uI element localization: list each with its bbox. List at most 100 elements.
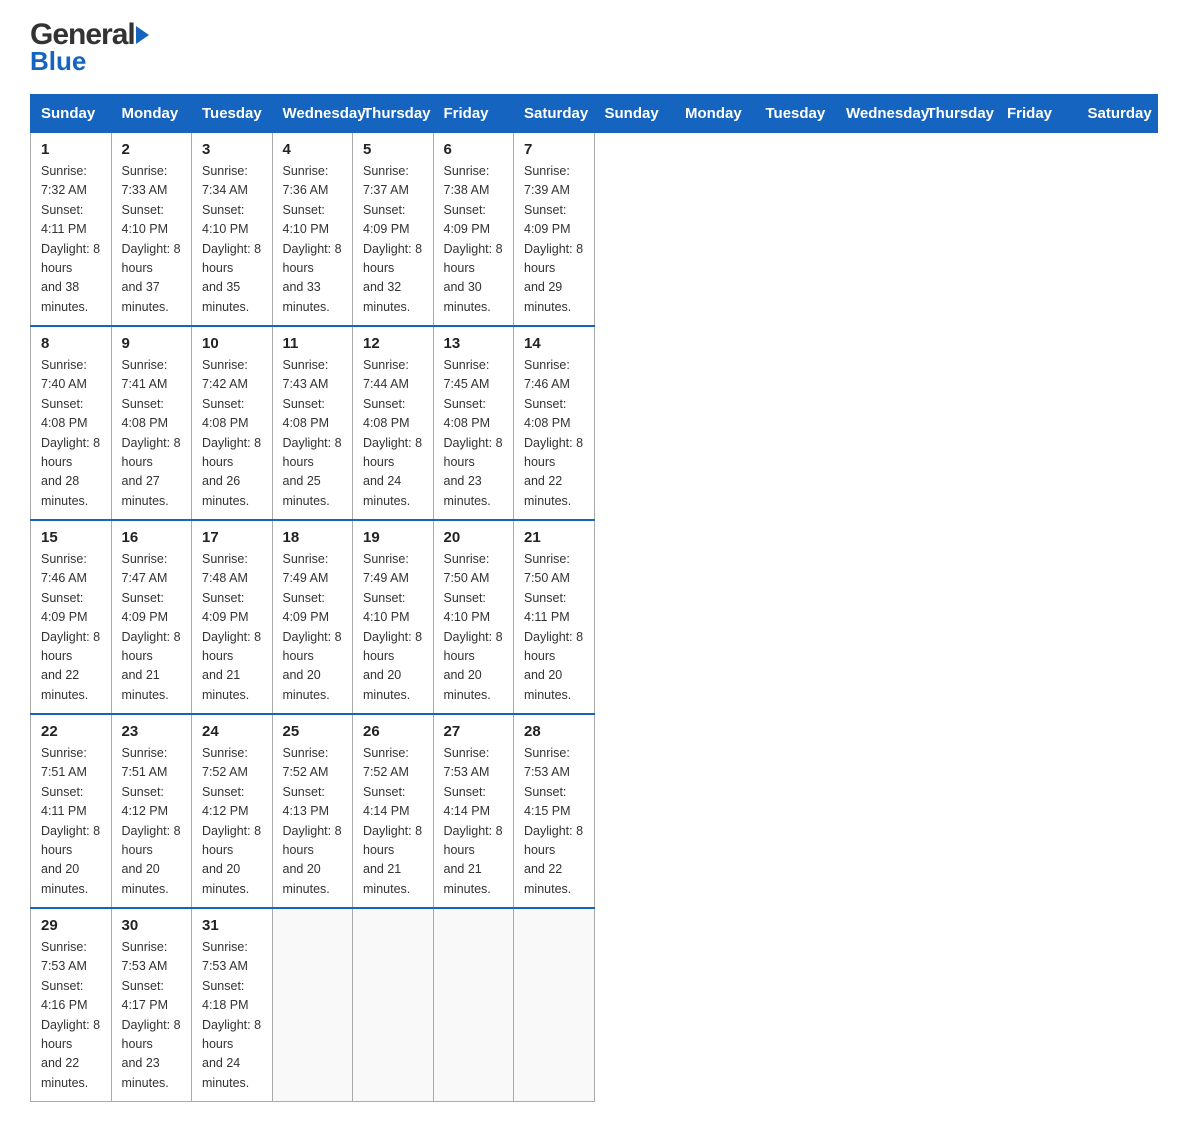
day-info: Sunrise: 7:49 AM Sunset: 4:10 PM Dayligh…: [363, 550, 423, 705]
day-info: Sunrise: 7:48 AM Sunset: 4:09 PM Dayligh…: [202, 550, 262, 705]
day-info: Sunrise: 7:46 AM Sunset: 4:09 PM Dayligh…: [41, 550, 101, 705]
calendar-day-cell: 21 Sunrise: 7:50 AM Sunset: 4:11 PM Dayl…: [514, 520, 595, 714]
calendar-day-cell: 14 Sunrise: 7:46 AM Sunset: 4:08 PM Dayl…: [514, 326, 595, 520]
calendar-day-cell: 19 Sunrise: 7:49 AM Sunset: 4:10 PM Dayl…: [353, 520, 434, 714]
day-number: 6: [444, 141, 504, 158]
calendar-day-cell: 4 Sunrise: 7:36 AM Sunset: 4:10 PM Dayli…: [272, 133, 353, 327]
calendar-day-cell: 2 Sunrise: 7:33 AM Sunset: 4:10 PM Dayli…: [111, 133, 192, 327]
day-number: 14: [524, 335, 584, 352]
day-number: 21: [524, 529, 584, 546]
day-info: Sunrise: 7:45 AM Sunset: 4:08 PM Dayligh…: [444, 356, 504, 511]
day-info: Sunrise: 7:52 AM Sunset: 4:12 PM Dayligh…: [202, 744, 262, 899]
day-number: 30: [122, 917, 182, 934]
day-info: Sunrise: 7:50 AM Sunset: 4:11 PM Dayligh…: [524, 550, 584, 705]
day-of-week-header: Tuesday: [755, 95, 836, 133]
day-info: Sunrise: 7:52 AM Sunset: 4:14 PM Dayligh…: [363, 744, 423, 899]
day-info: Sunrise: 7:38 AM Sunset: 4:09 PM Dayligh…: [444, 162, 504, 317]
calendar-day-cell: [272, 908, 353, 1102]
calendar-day-cell: 16 Sunrise: 7:47 AM Sunset: 4:09 PM Dayl…: [111, 520, 192, 714]
day-number: 11: [283, 335, 343, 352]
page-header: General Blue: [30, 20, 1158, 74]
calendar-day-cell: 9 Sunrise: 7:41 AM Sunset: 4:08 PM Dayli…: [111, 326, 192, 520]
day-of-week-header: Saturday: [514, 95, 595, 133]
day-number: 31: [202, 917, 262, 934]
day-of-week-header: Thursday: [353, 95, 434, 133]
calendar-day-cell: 7 Sunrise: 7:39 AM Sunset: 4:09 PM Dayli…: [514, 133, 595, 327]
calendar-day-cell: 1 Sunrise: 7:32 AM Sunset: 4:11 PM Dayli…: [31, 133, 112, 327]
calendar-day-cell: 3 Sunrise: 7:34 AM Sunset: 4:10 PM Dayli…: [192, 133, 273, 327]
calendar-week-row: 1 Sunrise: 7:32 AM Sunset: 4:11 PM Dayli…: [31, 133, 1158, 327]
day-info: Sunrise: 7:41 AM Sunset: 4:08 PM Dayligh…: [122, 356, 182, 511]
day-of-week-header: Monday: [675, 95, 756, 133]
day-info: Sunrise: 7:51 AM Sunset: 4:12 PM Dayligh…: [122, 744, 182, 899]
calendar-week-row: 15 Sunrise: 7:46 AM Sunset: 4:09 PM Dayl…: [31, 520, 1158, 714]
day-number: 5: [363, 141, 423, 158]
day-number: 3: [202, 141, 262, 158]
day-number: 8: [41, 335, 101, 352]
calendar-day-cell: 27 Sunrise: 7:53 AM Sunset: 4:14 PM Dayl…: [433, 714, 514, 908]
day-of-week-header: Sunday: [31, 95, 112, 133]
day-of-week-header: Thursday: [916, 95, 997, 133]
day-number: 15: [41, 529, 101, 546]
calendar-table: SundayMondayTuesdayWednesdayThursdayFrid…: [30, 94, 1158, 1102]
day-info: Sunrise: 7:53 AM Sunset: 4:15 PM Dayligh…: [524, 744, 584, 899]
day-info: Sunrise: 7:51 AM Sunset: 4:11 PM Dayligh…: [41, 744, 101, 899]
day-number: 1: [41, 141, 101, 158]
calendar-week-row: 29 Sunrise: 7:53 AM Sunset: 4:16 PM Dayl…: [31, 908, 1158, 1102]
calendar-day-cell: 12 Sunrise: 7:44 AM Sunset: 4:08 PM Dayl…: [353, 326, 434, 520]
day-number: 22: [41, 723, 101, 740]
day-info: Sunrise: 7:34 AM Sunset: 4:10 PM Dayligh…: [202, 162, 262, 317]
day-info: Sunrise: 7:53 AM Sunset: 4:17 PM Dayligh…: [122, 938, 182, 1093]
calendar-week-row: 8 Sunrise: 7:40 AM Sunset: 4:08 PM Dayli…: [31, 326, 1158, 520]
day-info: Sunrise: 7:32 AM Sunset: 4:11 PM Dayligh…: [41, 162, 101, 317]
day-number: 10: [202, 335, 262, 352]
calendar-day-cell: [514, 908, 595, 1102]
calendar-day-cell: 13 Sunrise: 7:45 AM Sunset: 4:08 PM Dayl…: [433, 326, 514, 520]
calendar-day-cell: [433, 908, 514, 1102]
calendar-week-row: 22 Sunrise: 7:51 AM Sunset: 4:11 PM Dayl…: [31, 714, 1158, 908]
calendar-day-cell: [353, 908, 434, 1102]
day-number: 27: [444, 723, 504, 740]
calendar-day-cell: 10 Sunrise: 7:42 AM Sunset: 4:08 PM Dayl…: [192, 326, 273, 520]
calendar-header-row: SundayMondayTuesdayWednesdayThursdayFrid…: [31, 95, 1158, 133]
day-info: Sunrise: 7:44 AM Sunset: 4:08 PM Dayligh…: [363, 356, 423, 511]
day-number: 28: [524, 723, 584, 740]
day-info: Sunrise: 7:53 AM Sunset: 4:14 PM Dayligh…: [444, 744, 504, 899]
day-number: 19: [363, 529, 423, 546]
day-of-week-header: Wednesday: [272, 95, 353, 133]
day-info: Sunrise: 7:47 AM Sunset: 4:09 PM Dayligh…: [122, 550, 182, 705]
day-info: Sunrise: 7:49 AM Sunset: 4:09 PM Dayligh…: [283, 550, 343, 705]
day-number: 23: [122, 723, 182, 740]
day-info: Sunrise: 7:39 AM Sunset: 4:09 PM Dayligh…: [524, 162, 584, 317]
calendar-day-cell: 15 Sunrise: 7:46 AM Sunset: 4:09 PM Dayl…: [31, 520, 112, 714]
calendar-day-cell: 22 Sunrise: 7:51 AM Sunset: 4:11 PM Dayl…: [31, 714, 112, 908]
day-info: Sunrise: 7:36 AM Sunset: 4:10 PM Dayligh…: [283, 162, 343, 317]
day-info: Sunrise: 7:53 AM Sunset: 4:18 PM Dayligh…: [202, 938, 262, 1093]
day-number: 29: [41, 917, 101, 934]
day-number: 9: [122, 335, 182, 352]
day-of-week-header: Tuesday: [192, 95, 273, 133]
day-number: 24: [202, 723, 262, 740]
day-info: Sunrise: 7:46 AM Sunset: 4:08 PM Dayligh…: [524, 356, 584, 511]
day-of-week-header: Sunday: [594, 95, 675, 133]
day-number: 17: [202, 529, 262, 546]
day-info: Sunrise: 7:33 AM Sunset: 4:10 PM Dayligh…: [122, 162, 182, 317]
calendar-day-cell: 11 Sunrise: 7:43 AM Sunset: 4:08 PM Dayl…: [272, 326, 353, 520]
calendar-day-cell: 24 Sunrise: 7:52 AM Sunset: 4:12 PM Dayl…: [192, 714, 273, 908]
logo-line2: Blue: [30, 48, 149, 74]
calendar-day-cell: 28 Sunrise: 7:53 AM Sunset: 4:15 PM Dayl…: [514, 714, 595, 908]
calendar-day-cell: 30 Sunrise: 7:53 AM Sunset: 4:17 PM Dayl…: [111, 908, 192, 1102]
day-of-week-header: Wednesday: [836, 95, 917, 133]
calendar-day-cell: 18 Sunrise: 7:49 AM Sunset: 4:09 PM Dayl…: [272, 520, 353, 714]
day-of-week-header: Monday: [111, 95, 192, 133]
day-number: 25: [283, 723, 343, 740]
day-number: 2: [122, 141, 182, 158]
day-of-week-header: Saturday: [1077, 95, 1158, 133]
day-info: Sunrise: 7:43 AM Sunset: 4:08 PM Dayligh…: [283, 356, 343, 511]
day-info: Sunrise: 7:52 AM Sunset: 4:13 PM Dayligh…: [283, 744, 343, 899]
day-info: Sunrise: 7:53 AM Sunset: 4:16 PM Dayligh…: [41, 938, 101, 1093]
day-number: 18: [283, 529, 343, 546]
calendar-day-cell: 29 Sunrise: 7:53 AM Sunset: 4:16 PM Dayl…: [31, 908, 112, 1102]
day-number: 13: [444, 335, 504, 352]
calendar-day-cell: 5 Sunrise: 7:37 AM Sunset: 4:09 PM Dayli…: [353, 133, 434, 327]
